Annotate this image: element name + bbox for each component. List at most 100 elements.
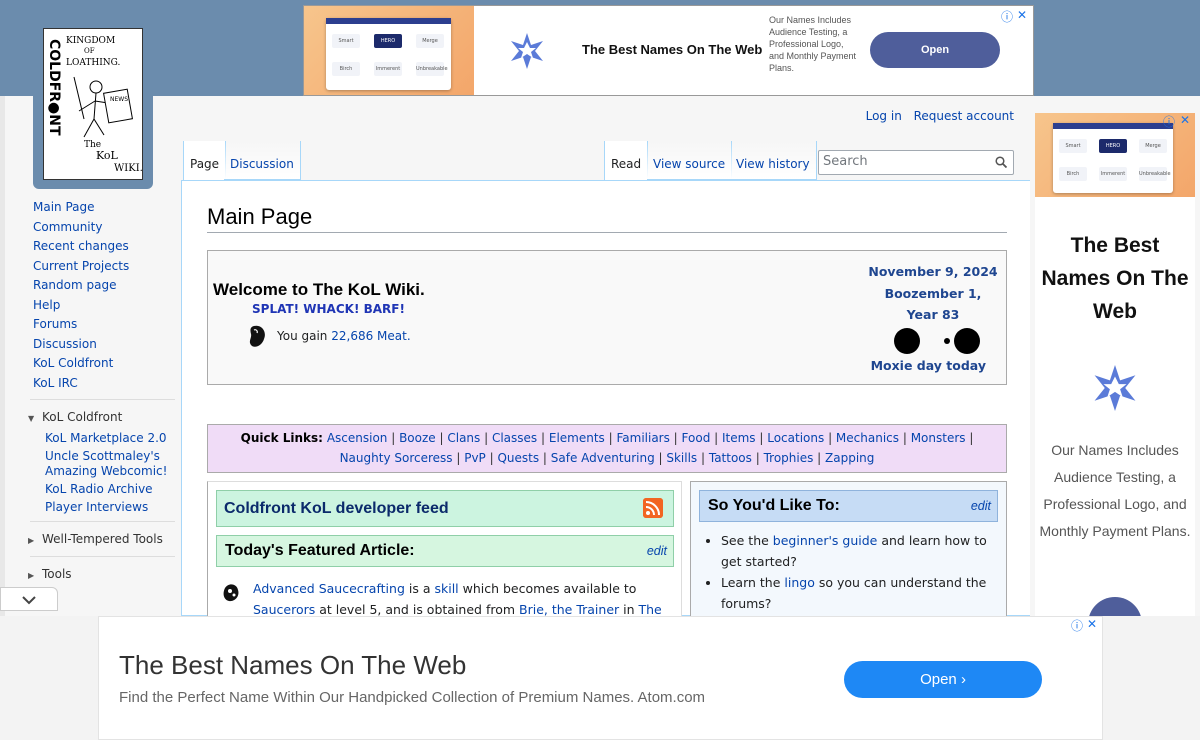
quick-link[interactable]: Tattoos <box>709 451 752 465</box>
sidebar-item-forums[interactable]: Forums <box>20 315 180 335</box>
quick-links-box: Quick Links: Ascension | Booze | Clans |… <box>207 424 1007 473</box>
ad-info-icon[interactable]: ⓘ <box>1071 617 1083 634</box>
tab-page[interactable]: Page <box>183 141 227 180</box>
edit-link[interactable]: edit <box>971 499 991 513</box>
portal-item-marketplace[interactable]: KoL Marketplace 2.0 <box>20 431 180 446</box>
featured-title: Today's Featured Article: <box>225 542 415 559</box>
sidebar-item-main-page[interactable]: Main Page <box>20 198 180 218</box>
ad-close-icon[interactable]: ✕ <box>1017 8 1027 22</box>
quick-link[interactable]: Skills <box>666 451 697 465</box>
ad-info-icon[interactable]: ⓘ <box>1163 113 1175 130</box>
brand-star-icon <box>511 33 543 69</box>
meat-gain-line: You gain 22,686 Meat. <box>277 329 411 343</box>
svg-text:OF: OF <box>84 47 95 55</box>
quick-link[interactable]: Clans <box>447 431 480 445</box>
quick-link[interactable]: Locations <box>767 431 824 445</box>
thumb-cell: Birch <box>332 62 360 76</box>
portal-kol-coldfront-toggle[interactable]: ▼ KoL Coldfront <box>20 408 180 428</box>
portal-tools-toggle[interactable]: ▶ Tools <box>20 565 180 585</box>
feed-title[interactable]: Coldfront KoL developer feed <box>224 500 449 517</box>
quick-link[interactable]: Zapping <box>825 451 874 465</box>
collapse-ad-button[interactable] <box>0 587 58 611</box>
list-text: Learn the <box>721 575 785 590</box>
quick-link[interactable]: Booze <box>399 431 436 445</box>
featured-text-part: which becomes available to <box>458 581 637 596</box>
chevron-down-icon: ▼ <box>28 414 35 423</box>
ad-info-icon[interactable]: ⓘ <box>1001 8 1013 25</box>
ad-open-button[interactable]: Open <box>870 32 1000 68</box>
edit-link[interactable]: edit <box>647 544 667 558</box>
quick-link[interactable]: Classes <box>492 431 537 445</box>
featured-link[interactable]: Brie, the Trainer <box>519 602 619 617</box>
ad-close-icon[interactable]: ✕ <box>1180 113 1190 127</box>
quick-link[interactable]: Elements <box>549 431 605 445</box>
sidebar-item-recent-changes[interactable]: Recent changes <box>20 237 180 257</box>
bottom-advertisement[interactable]: The Best Names On The Web Find the Perfe… <box>98 616 1103 740</box>
wiki-logo[interactable]: KINGDOM OF LOATHING. WIKI. The KoL COLDF… <box>43 28 143 180</box>
sidebar-item-discussion[interactable]: Discussion <box>20 335 180 355</box>
tab-read[interactable]: Read <box>604 141 649 180</box>
search-input[interactable]: Search <box>818 150 1014 175</box>
quick-link[interactable]: Trophies <box>764 451 814 465</box>
brand-star-icon <box>1094 365 1136 411</box>
portal-title: Well-Tempered Tools <box>42 532 163 546</box>
quick-link[interactable]: Food <box>682 431 711 445</box>
sidebar-item-kol-irc[interactable]: KoL IRC <box>20 374 180 394</box>
ad-description: Find the Perfect Name Within Our Handpic… <box>119 689 706 706</box>
meat-amount-link[interactable]: 22,686 Meat. <box>331 329 410 343</box>
quick-link[interactable]: Items <box>722 431 756 445</box>
thumb-cell: Smart <box>332 34 360 48</box>
portal-well-tempered-toggle[interactable]: ▶ Well-Tempered Tools <box>20 530 180 550</box>
quick-link[interactable]: Safe Adventuring <box>551 451 655 465</box>
sidebar-item-current-projects[interactable]: Current Projects <box>20 257 180 277</box>
ad-headline[interactable]: The Best Names On The Web <box>1035 229 1195 328</box>
ad-headline[interactable]: The Best Names On The Web <box>119 650 466 680</box>
featured-link[interactable]: Saucerors <box>253 602 315 617</box>
sidebar-item-help[interactable]: Help <box>20 296 180 316</box>
quick-link[interactable]: Quests <box>497 451 539 465</box>
open-label: Open <box>920 671 957 688</box>
featured-article-text: Advanced Saucecrafting is a skill which … <box>253 578 673 620</box>
quick-link[interactable]: Familiars <box>616 431 669 445</box>
list-text: See the <box>721 533 773 548</box>
ad-headline[interactable]: The Best Names On The Web <box>582 42 762 57</box>
tab-discussion[interactable]: Discussion <box>224 141 301 180</box>
portal-item-player-interviews[interactable]: Player Interviews <box>20 500 180 515</box>
meat-gain-prefix: You gain <box>277 329 332 343</box>
chevron-right-icon: › <box>960 671 966 688</box>
quick-link[interactable]: Ascension <box>327 431 388 445</box>
featured-link[interactable]: skill <box>434 581 458 596</box>
quick-links-label: Quick Links: <box>240 431 323 445</box>
quick-link[interactable]: Mechanics <box>836 431 899 445</box>
sidebar-item-random-page[interactable]: Random page <box>20 276 180 296</box>
thumbnail-bar <box>326 18 451 24</box>
splat-text: SPLAT! WHACK! BARF! <box>252 302 405 316</box>
featured-link[interactable]: The <box>639 602 662 617</box>
portal-item-webcomic[interactable]: Uncle Scottmaley's Amazing Webcomic! <box>20 449 180 479</box>
portal-title: KoL Coldfront <box>42 410 123 424</box>
top-advertisement[interactable]: Smart HERO Merge Birch Immerent Unbreaka… <box>303 5 1034 96</box>
ad-close-icon[interactable]: ✕ <box>1087 617 1097 631</box>
search-icon[interactable] <box>995 156 1007 168</box>
request-account-link[interactable]: Request account <box>914 109 1014 123</box>
chevron-down-icon <box>22 596 36 605</box>
sidebar-item-kol-coldfront[interactable]: KoL Coldfront <box>20 354 180 374</box>
sidebar-item-community[interactable]: Community <box>20 218 180 238</box>
right-advertisement[interactable]: Smart HERO Merge Birch Immerent Unbreaka… <box>1035 113 1195 651</box>
kol-year: Year 83 <box>906 307 960 322</box>
page-title: Main Page <box>207 204 1007 233</box>
ad-open-button[interactable]: Open › <box>844 661 1042 698</box>
tab-view-source[interactable]: View source <box>647 141 733 180</box>
rss-icon[interactable] <box>643 498 663 518</box>
lingo-link[interactable]: lingo <box>784 575 814 590</box>
quick-link[interactable]: PvP <box>464 451 486 465</box>
ad-thumbnail-card: Smart HERO Merge Birch Immerent Unbreaka… <box>1053 123 1173 193</box>
featured-link[interactable]: Advanced Saucecrafting <box>253 581 405 596</box>
quick-link[interactable]: Naughty Sorceress <box>340 451 453 465</box>
svg-text:LOATHING.: LOATHING. <box>66 58 121 68</box>
beginners-guide-link[interactable]: beginner's guide <box>773 533 878 548</box>
tab-view-history[interactable]: View history <box>730 141 817 180</box>
quick-link[interactable]: Monsters <box>911 431 966 445</box>
portal-item-radio-archive[interactable]: KoL Radio Archive <box>20 482 180 497</box>
login-link[interactable]: Log in <box>866 109 902 123</box>
